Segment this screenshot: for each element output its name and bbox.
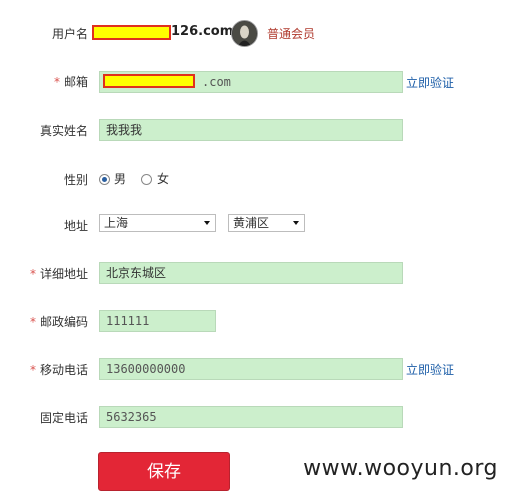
watermark: www.wooyun.org <box>303 456 498 481</box>
avatar-image <box>232 21 257 46</box>
username-label: 用户名 <box>51 27 88 41</box>
detail-address-label: * 详细地址 <box>30 265 88 282</box>
required-mark: * <box>29 315 36 329</box>
email-label-text: 邮箱 <box>63 75 88 89</box>
avatar <box>231 20 258 47</box>
email-label: * 邮箱 <box>54 73 88 90</box>
save-button[interactable]: 保存 <box>98 452 230 491</box>
required-mark: * <box>29 363 36 377</box>
required-mark: * <box>53 75 60 89</box>
email-suffix: .com <box>202 75 231 89</box>
username-suffix: 126.com <box>171 24 234 39</box>
postcode-label: * 邮政编码 <box>30 313 88 330</box>
username-redaction <box>92 25 171 40</box>
detail-address-input[interactable]: 北京东城区 <box>99 262 403 284</box>
gender-female-radio[interactable] <box>141 174 152 185</box>
chevron-down-icon <box>293 221 299 225</box>
postcode-label-text: 邮政编码 <box>39 315 88 329</box>
detail-address-label-text: 详细地址 <box>39 267 88 281</box>
gender-label: 性别 <box>63 173 88 187</box>
address-label: 地址 <box>63 219 88 233</box>
verify-email-link[interactable]: 立即验证 <box>406 74 454 91</box>
chevron-down-icon <box>204 221 210 225</box>
postcode-input[interactable]: 111111 <box>99 310 216 332</box>
realname-label: 真实姓名 <box>39 124 88 138</box>
district-value: 黄浦区 <box>233 216 270 230</box>
gender-male-label[interactable]: 男 <box>114 170 126 187</box>
member-level-link[interactable]: 普通会员 <box>267 25 315 42</box>
email-redaction <box>103 74 195 88</box>
required-mark: * <box>29 267 36 281</box>
mobile-label: * 移动电话 <box>30 361 88 378</box>
mobile-input[interactable]: 13600000000 <box>99 358 403 380</box>
mobile-label-text: 移动电话 <box>39 363 88 377</box>
verify-mobile-link[interactable]: 立即验证 <box>406 361 454 378</box>
landline-input[interactable]: 5632365 <box>99 406 403 428</box>
province-select[interactable]: 上海 <box>99 214 216 232</box>
realname-input[interactable]: 我我我 <box>99 119 403 141</box>
province-value: 上海 <box>104 216 129 230</box>
landline-label: 固定电话 <box>39 411 88 425</box>
district-select[interactable]: 黄浦区 <box>228 214 305 232</box>
gender-male-radio[interactable] <box>99 174 110 185</box>
gender-female-label[interactable]: 女 <box>157 170 169 187</box>
